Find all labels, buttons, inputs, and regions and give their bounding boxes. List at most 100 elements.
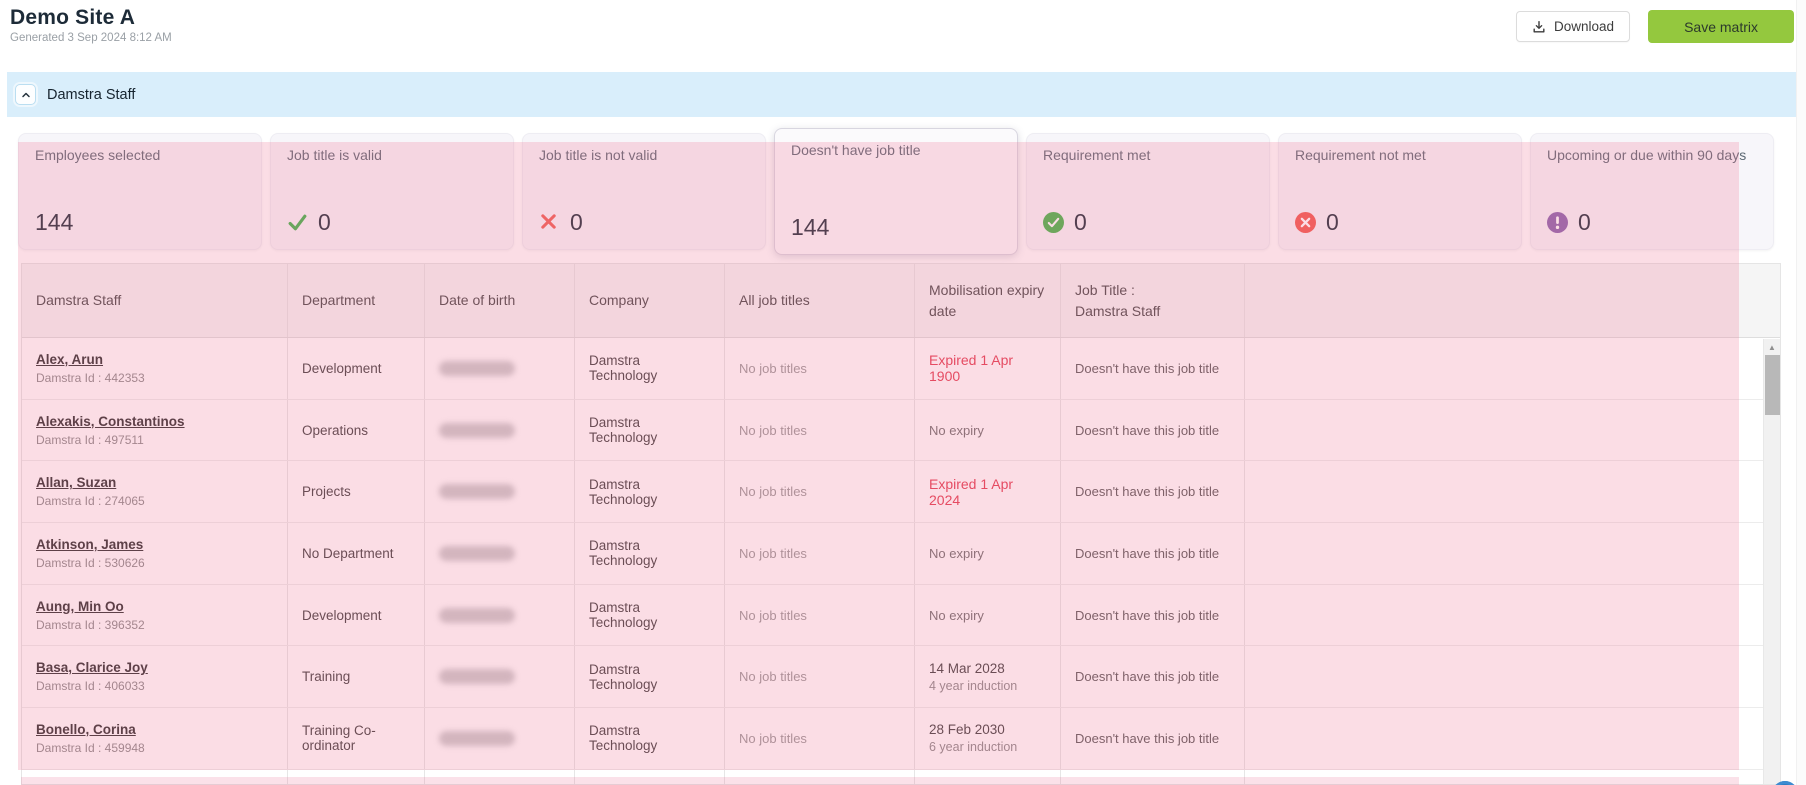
dob-cell bbox=[424, 461, 574, 523]
job-titles-cell: No job titles bbox=[724, 523, 914, 584]
employee-id: Damstra Id : 396352 bbox=[36, 617, 145, 632]
card-value: 144 bbox=[35, 209, 74, 235]
vertical-scrollbar[interactable]: ▲ bbox=[1763, 339, 1780, 784]
card-value-row: 144 bbox=[35, 209, 73, 236]
card-value-row: 0 bbox=[539, 209, 583, 236]
check-icon bbox=[287, 212, 308, 233]
card-value: 144 bbox=[791, 214, 830, 240]
page-scroll-gutter bbox=[1796, 0, 1806, 785]
department-value: No Department bbox=[302, 545, 394, 561]
department-value: Development bbox=[302, 607, 382, 623]
company-value: Damstra Technology bbox=[589, 723, 658, 754]
job-titles-cell: No job titles bbox=[724, 708, 914, 769]
card-value: 0 bbox=[570, 209, 583, 235]
expiry-cell: 28 Feb 2030 6 year induction bbox=[914, 708, 1060, 769]
expiry-cell: No expiry bbox=[914, 523, 1060, 584]
job-title-status-value: Doesn't have this job title bbox=[1075, 360, 1220, 376]
department-cell: Training bbox=[287, 646, 424, 708]
filler-cell bbox=[1244, 338, 1780, 399]
dob-redacted-blur bbox=[439, 360, 515, 376]
job-titles-cell: No job titles bbox=[724, 338, 914, 399]
filler-cell bbox=[1244, 584, 1780, 646]
dob-cell bbox=[424, 338, 574, 399]
table-body: Alex, Arun Damstra Id : 442353 Development… bbox=[22, 338, 1780, 784]
employee-link[interactable]: Bonello, Corina bbox=[36, 722, 136, 737]
column-header-label: Company bbox=[589, 292, 649, 309]
company-cell: Damstra Technology bbox=[574, 461, 724, 523]
job-titles-value: No job titles bbox=[739, 669, 807, 685]
job-title-status-cell: Doesn't have this job title bbox=[1060, 708, 1244, 769]
company-value: Damstra Technology bbox=[589, 353, 658, 384]
summary-card[interactable]: Upcoming or due within 90 days 0 bbox=[1530, 133, 1774, 250]
department-value: Projects bbox=[302, 484, 351, 500]
dob-redacted-blur bbox=[439, 669, 515, 685]
column-header-label: Mobilisation expiry date bbox=[929, 282, 1045, 319]
card-value-row: 0 bbox=[287, 209, 331, 236]
summary-card[interactable]: Requirement not met 0 bbox=[1278, 133, 1522, 250]
card-value-row: 0 bbox=[1295, 209, 1339, 236]
employee-link[interactable]: Atkinson, James bbox=[36, 537, 143, 552]
download-button[interactable]: Download bbox=[1516, 11, 1631, 42]
summary-card[interactable]: Job title is not valid 0 bbox=[522, 133, 766, 250]
dob-redacted-blur bbox=[439, 730, 515, 746]
table-header: Damstra Staff Department Date of birth Comp… bbox=[22, 264, 1780, 338]
column-header: Department bbox=[287, 264, 424, 337]
save-matrix-button[interactable]: Save matrix bbox=[1648, 10, 1794, 43]
employee-link[interactable]: Allan, Suzan bbox=[36, 475, 116, 490]
scroll-thumb[interactable] bbox=[1765, 355, 1780, 415]
department-cell: Operations bbox=[287, 399, 424, 461]
employee-row: Basa, Clarice Joy Damstra Id : 406033 Trai… bbox=[22, 646, 1780, 709]
column-header: Company bbox=[574, 264, 724, 337]
employee-link[interactable]: Alexakis, Constantinos bbox=[36, 414, 185, 429]
job-titles-value: No job titles bbox=[739, 360, 807, 376]
card-label: Job title is not valid bbox=[539, 147, 658, 163]
filler-cell bbox=[1244, 399, 1780, 461]
summary-card[interactable]: Doesn't have job title 144 bbox=[774, 128, 1018, 255]
company-value: Damstra Technology bbox=[589, 661, 658, 692]
card-label: Doesn't have job title bbox=[791, 142, 921, 158]
section-header: Damstra Staff bbox=[7, 72, 1796, 117]
employee-link[interactable]: Alex, Arun bbox=[36, 352, 103, 367]
job-title-status-value: Doesn't have this job title bbox=[1075, 422, 1220, 438]
scroll-up-button[interactable]: ▲ bbox=[1764, 339, 1780, 355]
employee-id: Damstra Id : 497511 bbox=[36, 432, 144, 447]
filler-cell bbox=[287, 769, 424, 784]
filler-cell bbox=[574, 769, 724, 784]
filler-cell bbox=[1244, 708, 1780, 769]
column-header: Date of birth bbox=[424, 264, 574, 337]
expiry-note: 6 year induction bbox=[929, 740, 1018, 755]
filler-cell bbox=[1244, 646, 1780, 708]
column-header-label: Department bbox=[302, 292, 376, 309]
employee-link[interactable]: Aung, Min Oo bbox=[36, 599, 124, 614]
employee-link[interactable]: Basa, Clarice Joy bbox=[36, 660, 148, 675]
compliance-matrix-page: Demo Site A Generated 3 Sep 2024 8:12 AM… bbox=[0, 0, 1806, 785]
summary-card[interactable]: Requirement met 0 bbox=[1026, 133, 1270, 250]
job-title-status-cell: Doesn't have this job title bbox=[1060, 646, 1244, 708]
expiry-date: No expiry bbox=[929, 422, 984, 438]
job-title-status-value: Doesn't have this job title bbox=[1075, 607, 1220, 623]
summary-card[interactable]: Job title is valid 0 bbox=[270, 133, 514, 250]
company-cell: Damstra Technology bbox=[574, 338, 724, 399]
expiry-note: 4 year induction bbox=[929, 678, 1018, 693]
summary-card[interactable]: Employees selected 144 bbox=[18, 133, 262, 250]
filler-cell bbox=[1244, 461, 1780, 523]
department-cell: Projects bbox=[287, 461, 424, 523]
card-label: Requirement not met bbox=[1295, 147, 1426, 163]
employee-id: Damstra Id : 442353 bbox=[36, 370, 145, 385]
job-titles-value: No job titles bbox=[739, 422, 807, 438]
job-titles-value: No job titles bbox=[739, 607, 807, 623]
department-cell: Development bbox=[287, 338, 424, 399]
employee-row: Bonello, Corina Damstra Id : 459948 Traini… bbox=[22, 708, 1780, 770]
job-titles-value: No job titles bbox=[739, 484, 807, 500]
expiry-date: 14 Mar 2028 bbox=[929, 660, 1005, 676]
job-titles-value: No job titles bbox=[739, 730, 807, 746]
company-cell: Damstra Technology bbox=[574, 646, 724, 708]
card-label: Requirement met bbox=[1043, 147, 1151, 163]
job-titles-cell: No job titles bbox=[724, 399, 914, 461]
filler-cell bbox=[424, 769, 574, 784]
dob-cell bbox=[424, 584, 574, 646]
company-cell: Damstra Technology bbox=[574, 523, 724, 584]
job-titles-cell: No job titles bbox=[724, 461, 914, 523]
collapse-button[interactable] bbox=[15, 84, 36, 105]
expiry-cell: Expired 1 Apr 2024 bbox=[914, 461, 1060, 523]
